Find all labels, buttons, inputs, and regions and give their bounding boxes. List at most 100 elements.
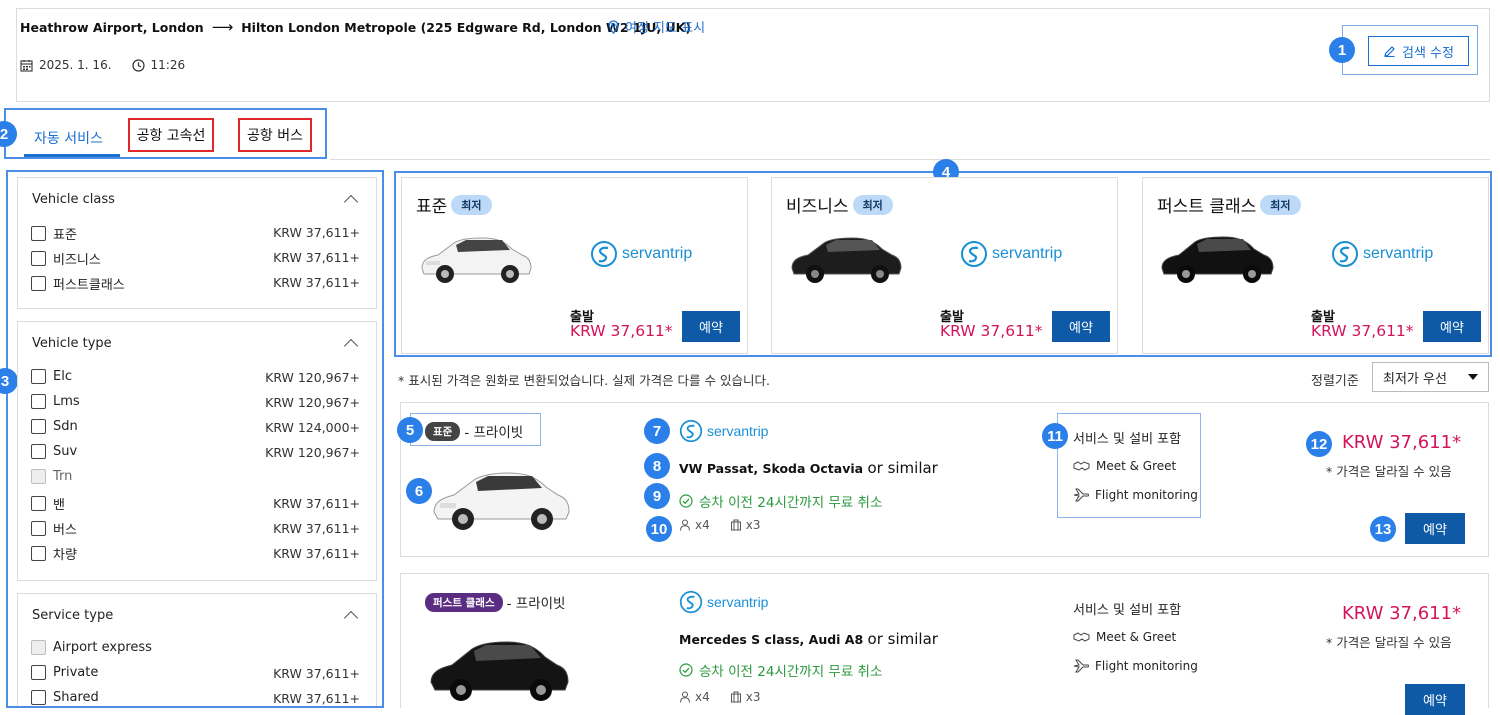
filter-price: KRW 37,611+ [273,250,360,265]
trip-time: 11:26 [150,58,186,72]
map-pin-icon [608,19,619,34]
airplane-icon [1073,659,1089,673]
passenger-count: x4 [695,690,710,704]
clock-icon [131,58,145,72]
book-first-class-button[interactable]: 예약 [1423,311,1481,342]
class-card-business[interactable]: 비즈니스 최저 servantrip 출발 KRW 37,611* 예약 [771,177,1118,354]
filter-option-airport-express: Airport express [31,640,152,655]
result-class-title: 퍼스트 클래스 - 프라이빗 [425,592,565,612]
servantrip-logo-icon [961,241,987,267]
free-cancellation: 승차 이전 24시간까지 무료 취소 [679,491,882,511]
service-type-text: - 프라이빗 [464,425,524,441]
luggage-icon [730,519,741,531]
currency-notice: * 표시된 가격은 원화로 변환되었습니다. 실제 가격은 다를 수 있습니다. [398,373,770,388]
annotation-marker-10: 10 [646,516,672,542]
filter-option-suv[interactable]: Suv [31,444,77,459]
checkbox[interactable] [31,690,46,705]
handshake-icon [1073,461,1090,471]
class-card-standard[interactable]: 표준 최저 servantrip 출발 KRW 37,611* 예약 [401,177,748,354]
checkbox[interactable] [31,394,46,409]
edit-search-label: 검색 수정 [1402,45,1454,61]
filter-option-shared[interactable]: Shared [31,690,99,705]
luggage-icon [730,691,741,703]
tab-airport-bus[interactable]: 공항 버스 [238,118,312,152]
filter-title-vehicle-type: Vehicle type [32,336,112,351]
map-link-label: 여정 지도 표시 [625,21,706,36]
filter-price: KRW 37,611+ [273,496,360,511]
sort-select[interactable]: 최저가 우선 [1372,362,1489,392]
checkbox[interactable] [31,276,46,291]
price-note: * 가격은 달라질 수 있음 [1326,464,1452,479]
annotation-marker-1: 1 [1329,37,1355,63]
services-included-title: 서비스 및 설비 포함 [1073,603,1182,618]
tab-auto-service[interactable]: 자동 서비스 [34,128,103,148]
filter-option-first-class[interactable]: 퍼스트클래스 [31,274,125,293]
servantrip-logo-icon [591,241,617,267]
airplane-icon [1073,488,1089,502]
servantrip-logo: servantrip [960,240,1062,268]
annotation-marker-5: 5 [397,417,423,443]
person-icon [680,691,690,703]
active-tab-underline [24,154,120,157]
luggage-count: x3 [745,518,761,532]
vehicle-model: VW Passat, Skoda Octavia or similar [679,459,938,477]
lowest-price-badge: 최저 [1260,194,1301,215]
checkbox[interactable] [31,251,46,266]
annotation-marker-7: 7 [644,418,670,444]
class-card-first-class[interactable]: 퍼스트 클래스 최저 servantrip 출발 KRW 37,611* 예약 [1142,177,1489,354]
check-circle-icon [679,663,693,677]
checkbox[interactable] [31,665,46,680]
route-summary: Heathrow Airport, London ⟶ Hilton London… [20,18,691,36]
book-standard-button[interactable]: 예약 [682,311,740,342]
filter-option-elc[interactable]: Elc [31,369,72,384]
filter-option-lms[interactable]: Lms [31,394,80,409]
tab-airport-express[interactable]: 공항 고속선 [128,118,214,152]
filter-price: KRW 120,967+ [265,445,360,460]
filter-price: KRW 37,611+ [273,666,360,681]
show-route-map-link[interactable]: 여정 지도 표시 [608,17,705,36]
annotation-marker-6: 6 [406,478,432,504]
filter-title-service-type: Service type [32,608,114,623]
servantrip-logo: servantrip [679,590,768,614]
filter-option-sdn[interactable]: Sdn [31,419,78,434]
checkbox[interactable] [31,496,46,511]
class-card-title: 표준 [416,197,448,217]
servantrip-logo-icon [679,419,703,443]
edit-search-button[interactable]: 검색 수정 [1368,36,1469,66]
filter-price: KRW 37,611+ [273,275,360,290]
book-button[interactable]: 예약 [1405,513,1465,544]
checkbox[interactable] [31,419,46,434]
origin-text: Heathrow Airport, London [20,19,204,35]
route-arrow-icon: ⟶ [211,18,234,36]
checkbox[interactable] [31,226,46,241]
checkbox-disabled [31,640,46,655]
class-card-title: 비즈니스 [786,197,849,217]
checkbox[interactable] [31,521,46,536]
checkbox[interactable] [31,444,46,459]
class-card-price: KRW 37,611* [1311,322,1414,340]
car-image-black-limousine [430,641,569,701]
tab-divider [330,159,1490,160]
checkbox[interactable] [31,546,46,561]
car-image-black-sedan [791,237,902,283]
filter-option-standard[interactable]: 표준 [31,224,77,243]
filter-price: KRW 37,611+ [273,546,360,561]
checkbox[interactable] [31,369,46,384]
filter-option-business[interactable]: 비즈니스 [31,249,101,268]
filter-price: KRW 120,967+ [265,395,360,410]
annotation-marker-8: 8 [644,453,670,479]
filter-option-vehicle[interactable]: 차량 [31,544,77,563]
filter-option-bus[interactable]: 버스 [31,519,77,538]
filter-price: KRW 37,611+ [273,225,360,240]
class-card-price: KRW 37,611* [940,322,1043,340]
class-card-title: 퍼스트 클래스 [1157,197,1257,217]
class-badge: 퍼스트 클래스 [425,592,503,612]
book-business-button[interactable]: 예약 [1052,311,1110,342]
lowest-price-badge: 최저 [451,194,492,215]
luggage-count: x3 [745,690,761,704]
filter-price: KRW 124,000+ [265,420,360,435]
annotation-marker-11: 11 [1042,423,1068,449]
book-button[interactable]: 예약 [1405,684,1465,715]
filter-option-van[interactable]: 밴 [31,494,65,513]
filter-option-private[interactable]: Private [31,665,98,680]
